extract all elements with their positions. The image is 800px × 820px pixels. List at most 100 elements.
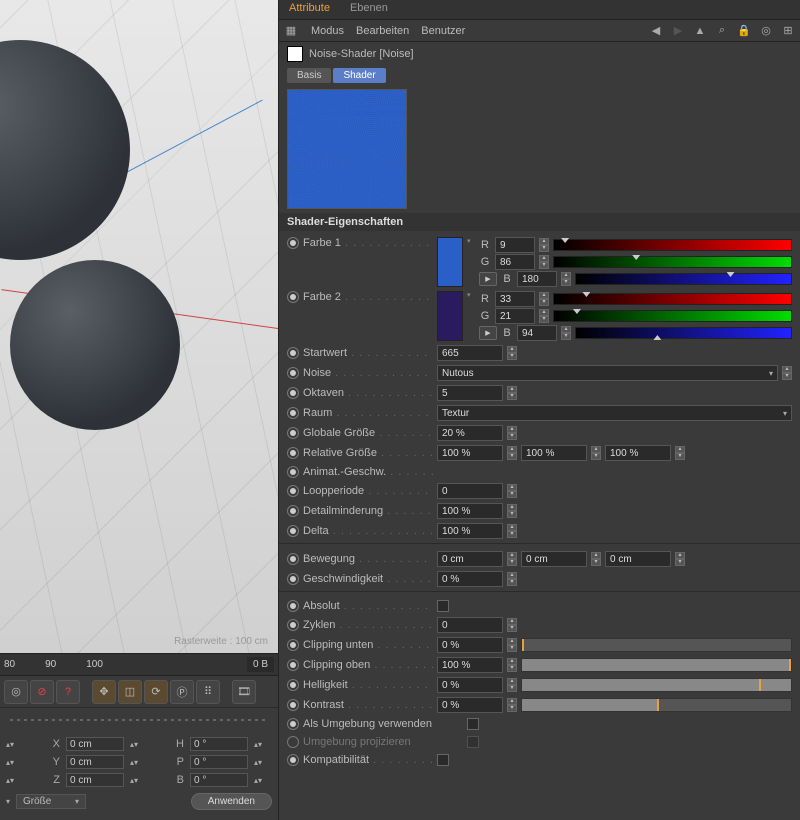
bewegung-y-input[interactable] (521, 551, 587, 567)
relsize-x-input[interactable] (437, 445, 503, 461)
spinner-icon[interactable]: ▴▾ (507, 504, 517, 518)
kontrast-input[interactable] (437, 697, 503, 713)
spinner-icon[interactable]: ▴▾ (507, 698, 517, 712)
spinner-icon[interactable]: ▴▾ (507, 658, 517, 672)
radio-icon[interactable] (287, 485, 299, 497)
frame-field[interactable]: 0 B (247, 657, 274, 672)
spinner-icon[interactable]: ▴▾ (561, 326, 571, 340)
radio-icon[interactable] (287, 367, 299, 379)
color2-g-slider[interactable] (553, 310, 792, 322)
hell-input[interactable] (437, 677, 503, 693)
color2-swatch[interactable] (437, 291, 463, 341)
color1-g-slider[interactable] (553, 256, 792, 268)
spinner-icon[interactable]: ▴▾ (539, 255, 549, 269)
target-icon[interactable]: ◎ (758, 23, 774, 39)
startwert-input[interactable] (437, 345, 503, 361)
chevron-down-icon[interactable]: ▾ (467, 291, 475, 299)
loop-input[interactable] (437, 483, 503, 499)
color2-b-input[interactable] (517, 325, 557, 341)
coord-p-input[interactable] (190, 755, 248, 769)
noise-select[interactable]: Nutous▾ (437, 365, 778, 381)
color2-g-input[interactable] (495, 308, 535, 324)
chevron-down-icon[interactable]: ▾ (467, 237, 475, 245)
radio-icon[interactable] (287, 427, 299, 439)
spinner-icon[interactable]: ▴▾ (130, 758, 138, 767)
spinner-icon[interactable]: ▴▾ (539, 292, 549, 306)
radio-icon[interactable] (287, 505, 299, 517)
raum-select[interactable]: Textur▾ (437, 405, 792, 421)
cliphigh-slider[interactable] (521, 658, 792, 672)
tab-attribute[interactable]: Attribute (279, 0, 340, 19)
size-dropdown[interactable]: Größe▾ (16, 794, 86, 809)
hell-slider[interactable] (521, 678, 792, 692)
tool-btn-1[interactable]: ◎ (4, 680, 28, 704)
spinner-icon[interactable]: ▴▾ (254, 776, 262, 785)
timeline-ruler[interactable]: 80 90 100 0 B (0, 653, 278, 675)
sphere-object-2[interactable] (10, 260, 180, 430)
coord-z-input[interactable] (66, 773, 124, 787)
tool-btn-grid[interactable]: ⠿ (196, 680, 220, 704)
spinner-icon[interactable]: ▴▾ (675, 552, 685, 566)
back-icon[interactable]: ◀ (648, 23, 664, 39)
spinner-icon[interactable]: ▴▾ (507, 426, 517, 440)
scale-tool-icon[interactable]: ◫ (118, 680, 142, 704)
coord-y-input[interactable] (66, 755, 124, 769)
radio-icon[interactable] (287, 466, 299, 478)
spinner-icon[interactable]: ▴▾ (507, 346, 517, 360)
relsize-z-input[interactable] (605, 445, 671, 461)
color1-g-input[interactable] (495, 254, 535, 270)
spinner-icon[interactable]: ▴▾ (507, 524, 517, 538)
forward-icon[interactable]: ▶ (670, 23, 686, 39)
delta-input[interactable] (437, 523, 503, 539)
[interactable] (437, 637, 503, 653)
spinner-icon[interactable]: ▴▾ (782, 366, 792, 380)
radio-icon[interactable] (287, 387, 299, 399)
detail-input[interactable] (437, 503, 503, 519)
spinner-icon[interactable]: ▴▾ (561, 272, 571, 286)
radio-icon[interactable] (287, 553, 299, 565)
menu-benutzer[interactable]: Benutzer (421, 25, 465, 37)
spinner-icon[interactable]: ▴▾ (6, 740, 14, 749)
radio-icon[interactable] (287, 736, 299, 748)
apply-button[interactable]: Anwenden (191, 793, 272, 810)
oktaven-input[interactable] (437, 385, 503, 401)
spinner-icon[interactable]: ▴▾ (507, 446, 517, 460)
rotate-tool-icon[interactable]: ⟳ (144, 680, 168, 704)
radio-icon[interactable] (287, 237, 299, 249)
spinner-icon[interactable]: ▴▾ (130, 776, 138, 785)
spinner-icon[interactable]: ▴▾ (539, 238, 549, 252)
color1-b-slider[interactable] (575, 273, 792, 285)
coord-h-input[interactable] (190, 737, 248, 751)
color1-swatch[interactable] (437, 237, 463, 287)
film-tool-icon[interactable]: 🎞 (232, 680, 256, 704)
color2-r-input[interactable] (495, 291, 535, 307)
spinner-icon[interactable]: ▴▾ (254, 740, 262, 749)
menu-bearbeiten[interactable]: Bearbeiten (356, 25, 409, 37)
cliphigh-input[interactable] (437, 657, 503, 673)
radio-icon[interactable] (287, 600, 299, 612)
radio-icon[interactable] (287, 447, 299, 459)
geschw-input[interactable] (437, 571, 503, 587)
spinner-icon[interactable]: ▴▾ (507, 618, 517, 632)
radio-icon[interactable] (287, 291, 299, 303)
radio-icon[interactable] (287, 573, 299, 585)
spinner-icon[interactable]: ▴▾ (254, 758, 262, 767)
zyklen-input[interactable] (437, 617, 503, 633)
tool-btn-p[interactable]: Ⓟ (170, 680, 194, 704)
spinner-icon[interactable]: ▴▾ (507, 484, 517, 498)
globsize-input[interactable] (437, 425, 503, 441)
radio-icon[interactable] (287, 718, 299, 730)
color2-r-slider[interactable] (553, 293, 792, 305)
viewport-3d[interactable]: Rasterweite : 100 cm (0, 0, 278, 653)
lock-icon[interactable]: 🔒 (736, 23, 752, 39)
tool-btn-2[interactable]: ⊘ (30, 680, 54, 704)
color1-r-slider[interactable] (553, 239, 792, 251)
subtab-shader[interactable]: Shader (333, 68, 385, 83)
dropdown-icon[interactable]: ▾ (6, 797, 10, 806)
shader-preview[interactable] (287, 89, 407, 209)
radio-icon[interactable] (287, 754, 299, 766)
color2-b-slider[interactable] (575, 327, 792, 339)
coord-b-input[interactable] (190, 773, 248, 787)
spinner-icon[interactable]: ▴▾ (507, 552, 517, 566)
up-icon[interactable]: ▲ (692, 23, 708, 39)
